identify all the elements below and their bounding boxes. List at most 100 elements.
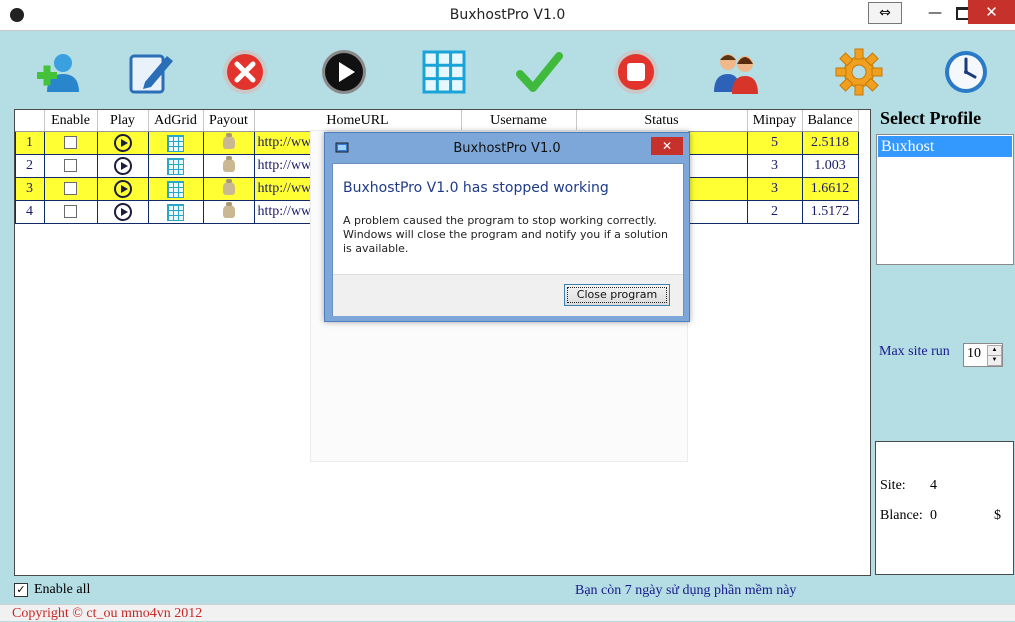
stop-icon: [614, 50, 658, 94]
play-icon[interactable]: [113, 134, 132, 152]
column-header-username[interactable]: Username: [461, 110, 577, 132]
currency-symbol: $: [994, 508, 1001, 523]
enable-checkbox[interactable]: [64, 205, 77, 219]
status-bar: Copyright © ct_ou mmo4vn 2012: [0, 604, 1015, 621]
column-header-adgrid[interactable]: AdGrid: [148, 110, 204, 132]
play-icon[interactable]: [113, 203, 132, 221]
minpay-cell[interactable]: 3: [746, 177, 803, 201]
max-site-stepper[interactable]: 10 ▲ ▼: [963, 343, 1003, 367]
enable-all-checkbox[interactable]: ✓: [14, 583, 28, 597]
add-user-icon: [37, 54, 79, 92]
resize-arrows-button[interactable]: ⇔: [868, 2, 902, 24]
check-icon: [516, 52, 563, 92]
enable-checkbox[interactable]: [64, 182, 77, 196]
play-icon[interactable]: [113, 180, 132, 198]
max-site-value[interactable]: 10: [967, 346, 981, 362]
site-label: Site:: [880, 478, 906, 493]
max-site-label: Max site run: [879, 344, 950, 359]
play-icon[interactable]: [113, 157, 132, 175]
users-button[interactable]: [712, 48, 760, 96]
delete-button[interactable]: [221, 48, 269, 96]
money-bag-icon[interactable]: [222, 202, 235, 219]
grid-icon: [422, 50, 466, 94]
enable-cell[interactable]: [43, 177, 98, 201]
schedule-button[interactable]: [942, 48, 990, 96]
dialog-close-button[interactable]: ✕: [651, 137, 683, 155]
column-header-status[interactable]: Status: [576, 110, 748, 132]
close-program-button[interactable]: Close program: [564, 284, 670, 306]
edit-button[interactable]: [127, 48, 175, 96]
payout-cell[interactable]: [202, 177, 255, 201]
play-button[interactable]: [320, 48, 368, 96]
column-header-payout[interactable]: Payout: [203, 110, 255, 132]
adgrid-cell[interactable]: [147, 131, 204, 155]
column-header-enable[interactable]: Enable: [44, 110, 98, 132]
window-title: BuxhostPro V1.0: [449, 7, 566, 23]
column-header-play[interactable]: Play: [97, 110, 149, 132]
money-bag-icon[interactable]: [222, 179, 235, 196]
adgrid-cell[interactable]: [147, 200, 204, 224]
profile-item[interactable]: Buxhost: [878, 136, 1012, 157]
stepper-down-button[interactable]: ▼: [987, 355, 1002, 366]
balance-value: 0: [930, 508, 937, 523]
row-number: 1: [15, 131, 45, 155]
play-cell[interactable]: [96, 177, 149, 201]
enable-all-label[interactable]: Enable all: [34, 582, 90, 598]
settings-gear-icon: [835, 48, 883, 96]
dialog-body: BuxhostPro V1.0 has stopped working A pr…: [332, 163, 684, 316]
balance-cell[interactable]: 2.5118: [801, 131, 859, 155]
users-icon: [714, 54, 758, 94]
balance-cell[interactable]: 1.6612: [801, 177, 859, 201]
balance-label: Blance:: [880, 508, 923, 523]
play-cell[interactable]: [96, 131, 149, 155]
enable-all-control[interactable]: ✓ Enable all: [14, 582, 90, 598]
minpay-cell[interactable]: 5: [746, 131, 803, 155]
adgrid-cell[interactable]: [147, 154, 204, 178]
enable-cell[interactable]: [43, 200, 98, 224]
play-cell[interactable]: [96, 200, 149, 224]
grid-icon[interactable]: [167, 134, 184, 152]
edit-icon: [129, 54, 173, 94]
dialog-heading: BuxhostPro V1.0 has stopped working: [343, 180, 609, 196]
column-header-homeurl[interactable]: HomeURL: [254, 110, 462, 132]
stop-button[interactable]: [612, 48, 660, 96]
clock-icon: [945, 51, 987, 93]
payout-cell[interactable]: [202, 200, 255, 224]
money-bag-icon[interactable]: [222, 133, 235, 150]
minpay-cell[interactable]: 2: [746, 200, 803, 224]
play-cell[interactable]: [96, 154, 149, 178]
enable-cell[interactable]: [43, 131, 98, 155]
settings-button[interactable]: [835, 48, 883, 96]
row-number: 2: [15, 154, 45, 178]
payout-cell[interactable]: [202, 131, 255, 155]
grid-icon[interactable]: [167, 203, 184, 221]
column-header-index: [15, 110, 45, 132]
grid-icon[interactable]: [167, 180, 184, 198]
column-header-minpay[interactable]: Minpay: [747, 110, 803, 132]
delete-icon: [223, 50, 267, 94]
close-button[interactable]: ✕: [968, 0, 1015, 24]
trial-notice: Bạn còn 7 ngày sử dụng phần mềm này: [575, 583, 797, 598]
balance-cell[interactable]: 1.003: [801, 154, 859, 178]
row-number: 4: [15, 200, 45, 224]
adgrid-button[interactable]: [420, 48, 468, 96]
profile-list[interactable]: Buxhost: [876, 134, 1014, 265]
enable-cell[interactable]: [43, 154, 98, 178]
payout-cell[interactable]: [202, 154, 255, 178]
play-icon: [322, 50, 366, 94]
confirm-button[interactable]: [515, 48, 563, 96]
adgrid-cell[interactable]: [147, 177, 204, 201]
grid-icon[interactable]: [167, 157, 184, 175]
enable-checkbox[interactable]: [64, 136, 77, 150]
enable-checkbox[interactable]: [64, 159, 77, 173]
error-dialog: BuxhostPro V1.0 ✕ BuxhostPro V1.0 has st…: [324, 132, 690, 322]
select-profile-heading: Select Profile: [880, 108, 982, 128]
dialog-title: BuxhostPro V1.0: [453, 141, 561, 156]
table-header-row: Enable Play AdGrid Payout HomeURL Userna…: [15, 110, 859, 132]
add-user-button[interactable]: [33, 48, 81, 96]
site-count: 4: [930, 478, 937, 493]
money-bag-icon[interactable]: [222, 156, 235, 173]
column-header-balance[interactable]: Balance: [802, 110, 859, 132]
balance-cell[interactable]: 1.5172: [801, 200, 859, 224]
minpay-cell[interactable]: 3: [746, 154, 803, 178]
